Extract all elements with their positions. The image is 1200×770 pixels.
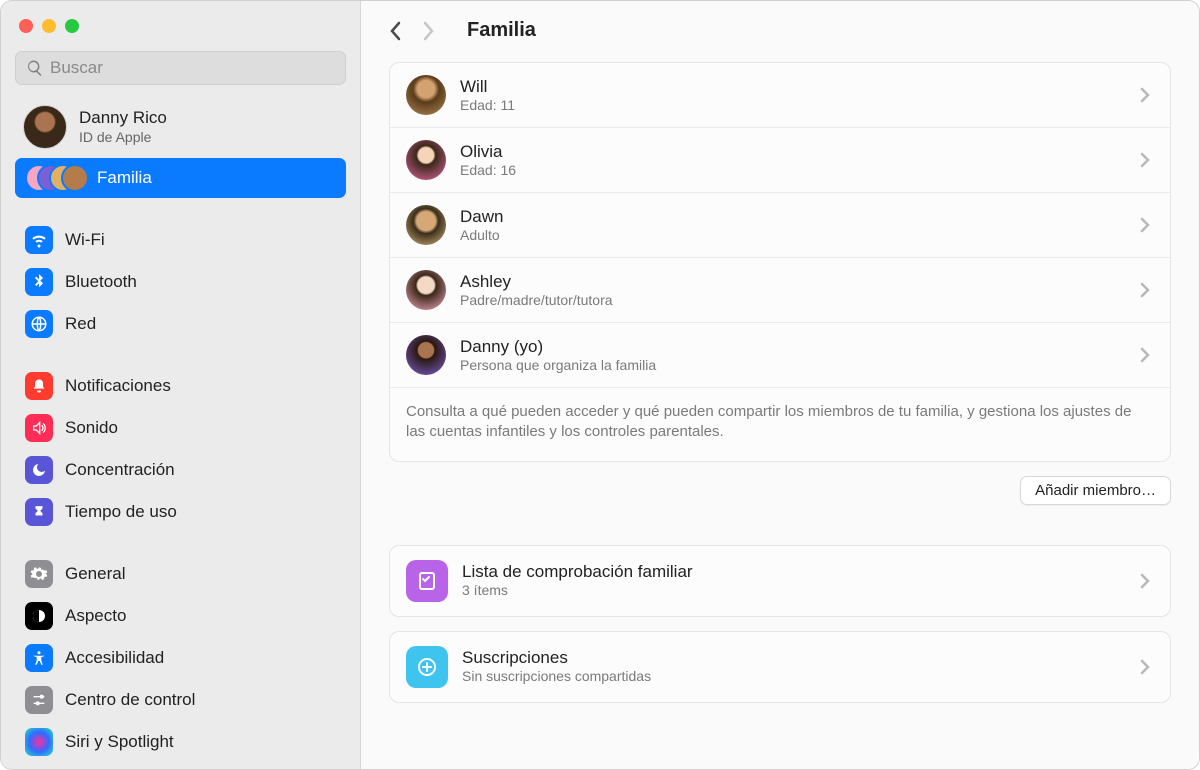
minimize-window-button[interactable] — [42, 19, 56, 33]
family-member-row[interactable]: Olivia Edad: 16 — [390, 128, 1170, 193]
fullscreen-window-button[interactable] — [65, 19, 79, 33]
avatar — [406, 335, 446, 375]
sidebar-item-label: Notificaciones — [65, 376, 171, 396]
member-name: Will — [460, 76, 1126, 97]
member-sub: Edad: 16 — [460, 162, 1126, 180]
subscriptions-panel: Suscripciones Sin suscripciones comparti… — [389, 631, 1171, 703]
appearance-icon — [25, 602, 53, 630]
bell-icon — [25, 372, 53, 400]
sidebar-item-tiempo[interactable]: Tiempo de uso — [15, 492, 346, 532]
sidebar-item-label: Accesibilidad — [65, 648, 164, 668]
sidebar-item-accesibilidad[interactable]: Accesibilidad — [15, 638, 346, 678]
accessibility-icon — [25, 644, 53, 672]
globe-icon — [25, 310, 53, 338]
account-avatar — [23, 105, 67, 149]
family-member-row[interactable]: Ashley Padre/madre/tutor/tutora — [390, 258, 1170, 323]
member-name: Olivia — [460, 141, 1126, 162]
family-member-row[interactable]: Will Edad: 11 — [390, 63, 1170, 128]
avatar — [406, 75, 446, 115]
wifi-icon — [25, 226, 53, 254]
sidebar-item-red[interactable]: Red — [15, 304, 346, 344]
member-sub: Padre/madre/tutor/tutora — [460, 292, 1126, 310]
sidebar-item-siri[interactable]: Siri y Spotlight — [15, 722, 346, 762]
familia-avatar-stack — [25, 164, 85, 192]
sidebar-item-label: Bluetooth — [65, 272, 137, 292]
speaker-icon — [25, 414, 53, 442]
checklist-icon — [406, 560, 448, 602]
sidebar-item-sonido[interactable]: Sonido — [15, 408, 346, 448]
member-name: Ashley — [460, 271, 1126, 292]
chevron-right-icon — [1140, 217, 1154, 233]
subscriptions-row[interactable]: Suscripciones Sin suscripciones comparti… — [390, 632, 1170, 702]
sidebar-item-bluetooth[interactable]: Bluetooth — [15, 262, 346, 302]
sidebar-item-label: Wi-Fi — [65, 230, 105, 250]
sidebar-item-concentracion[interactable]: Concentración — [15, 450, 346, 490]
gear-icon — [25, 560, 53, 588]
search-input[interactable] — [50, 58, 335, 78]
sidebar-item-aspecto[interactable]: Aspecto — [15, 596, 346, 636]
sidebar-item-general[interactable]: General — [15, 554, 346, 594]
header: Familia — [361, 1, 1199, 62]
checklist-row[interactable]: Lista de comprobación familiar 3 ítems — [390, 546, 1170, 616]
sidebar-item-centro-control[interactable]: Centro de control — [15, 680, 346, 720]
sidebar: Danny Rico ID de Apple Familia Wi-Fi Blu… — [1, 1, 361, 769]
avatar — [406, 270, 446, 310]
forward-button[interactable] — [421, 20, 435, 42]
account-name: Danny Rico — [79, 108, 167, 128]
sidebar-item-label: Familia — [97, 168, 152, 188]
family-member-row[interactable]: Dawn Adulto — [390, 193, 1170, 258]
chevron-right-icon — [1140, 87, 1154, 103]
checklist-title: Lista de comprobación familiar — [462, 561, 1126, 582]
chevron-right-icon — [1140, 282, 1154, 298]
chevron-right-icon — [1140, 659, 1154, 675]
siri-icon — [25, 728, 53, 756]
sliders-icon — [25, 686, 53, 714]
sidebar-item-label: Siri y Spotlight — [65, 732, 174, 752]
sidebar-item-label: Sonido — [65, 418, 118, 438]
sidebar-item-wifi[interactable]: Wi-Fi — [15, 220, 346, 260]
sidebar-account[interactable]: Danny Rico ID de Apple — [15, 97, 346, 157]
page-title: Familia — [467, 19, 536, 42]
back-button[interactable] — [389, 20, 403, 42]
chevron-right-icon — [1140, 573, 1154, 589]
bluetooth-icon — [25, 268, 53, 296]
window-controls — [15, 13, 346, 51]
sidebar-item-familia[interactable]: Familia — [15, 158, 346, 198]
close-window-button[interactable] — [19, 19, 33, 33]
hourglass-icon — [25, 498, 53, 526]
sidebar-item-label: Centro de control — [65, 690, 195, 710]
sidebar-item-label: General — [65, 564, 125, 584]
sidebar-item-label: Aspecto — [65, 606, 126, 626]
account-text: Danny Rico ID de Apple — [79, 108, 167, 145]
add-member-button[interactable]: Añadir miembro… — [1020, 476, 1171, 505]
member-sub: Adulto — [460, 227, 1126, 245]
chevron-right-icon — [1140, 152, 1154, 168]
search-icon — [26, 59, 44, 77]
sidebar-item-label: Concentración — [65, 460, 175, 480]
add-member-row: Añadir miembro… — [361, 476, 1199, 545]
subscriptions-icon — [406, 646, 448, 688]
sidebar-item-notificaciones[interactable]: Notificaciones — [15, 366, 346, 406]
member-name: Dawn — [460, 206, 1126, 227]
member-name: Danny (yo) — [460, 336, 1126, 357]
sidebar-item-label: Tiempo de uso — [65, 502, 177, 522]
member-sub: Persona que organiza la familia — [460, 357, 1126, 375]
subscriptions-sub: Sin suscripciones compartidas — [462, 668, 1126, 686]
chevron-right-icon — [1140, 347, 1154, 363]
settings-window: Danny Rico ID de Apple Familia Wi-Fi Blu… — [0, 0, 1200, 770]
moon-icon — [25, 456, 53, 484]
checklist-panel: Lista de comprobación familiar 3 ítems — [389, 545, 1171, 617]
member-sub: Edad: 11 — [460, 97, 1126, 115]
account-sub: ID de Apple — [79, 129, 167, 146]
avatar — [406, 140, 446, 180]
main-content: Familia Will Edad: 11 Olivia Edad: 16 — [361, 1, 1199, 769]
panel-description: Consulta a qué pueden acceder y qué pued… — [390, 388, 1170, 461]
search-box[interactable] — [15, 51, 346, 85]
family-members-panel: Will Edad: 11 Olivia Edad: 16 — [389, 62, 1171, 462]
family-member-row[interactable]: Danny (yo) Persona que organiza la famil… — [390, 323, 1170, 388]
subscriptions-title: Suscripciones — [462, 647, 1126, 668]
sidebar-item-label: Red — [65, 314, 96, 334]
avatar — [406, 205, 446, 245]
checklist-sub: 3 ítems — [462, 582, 1126, 600]
